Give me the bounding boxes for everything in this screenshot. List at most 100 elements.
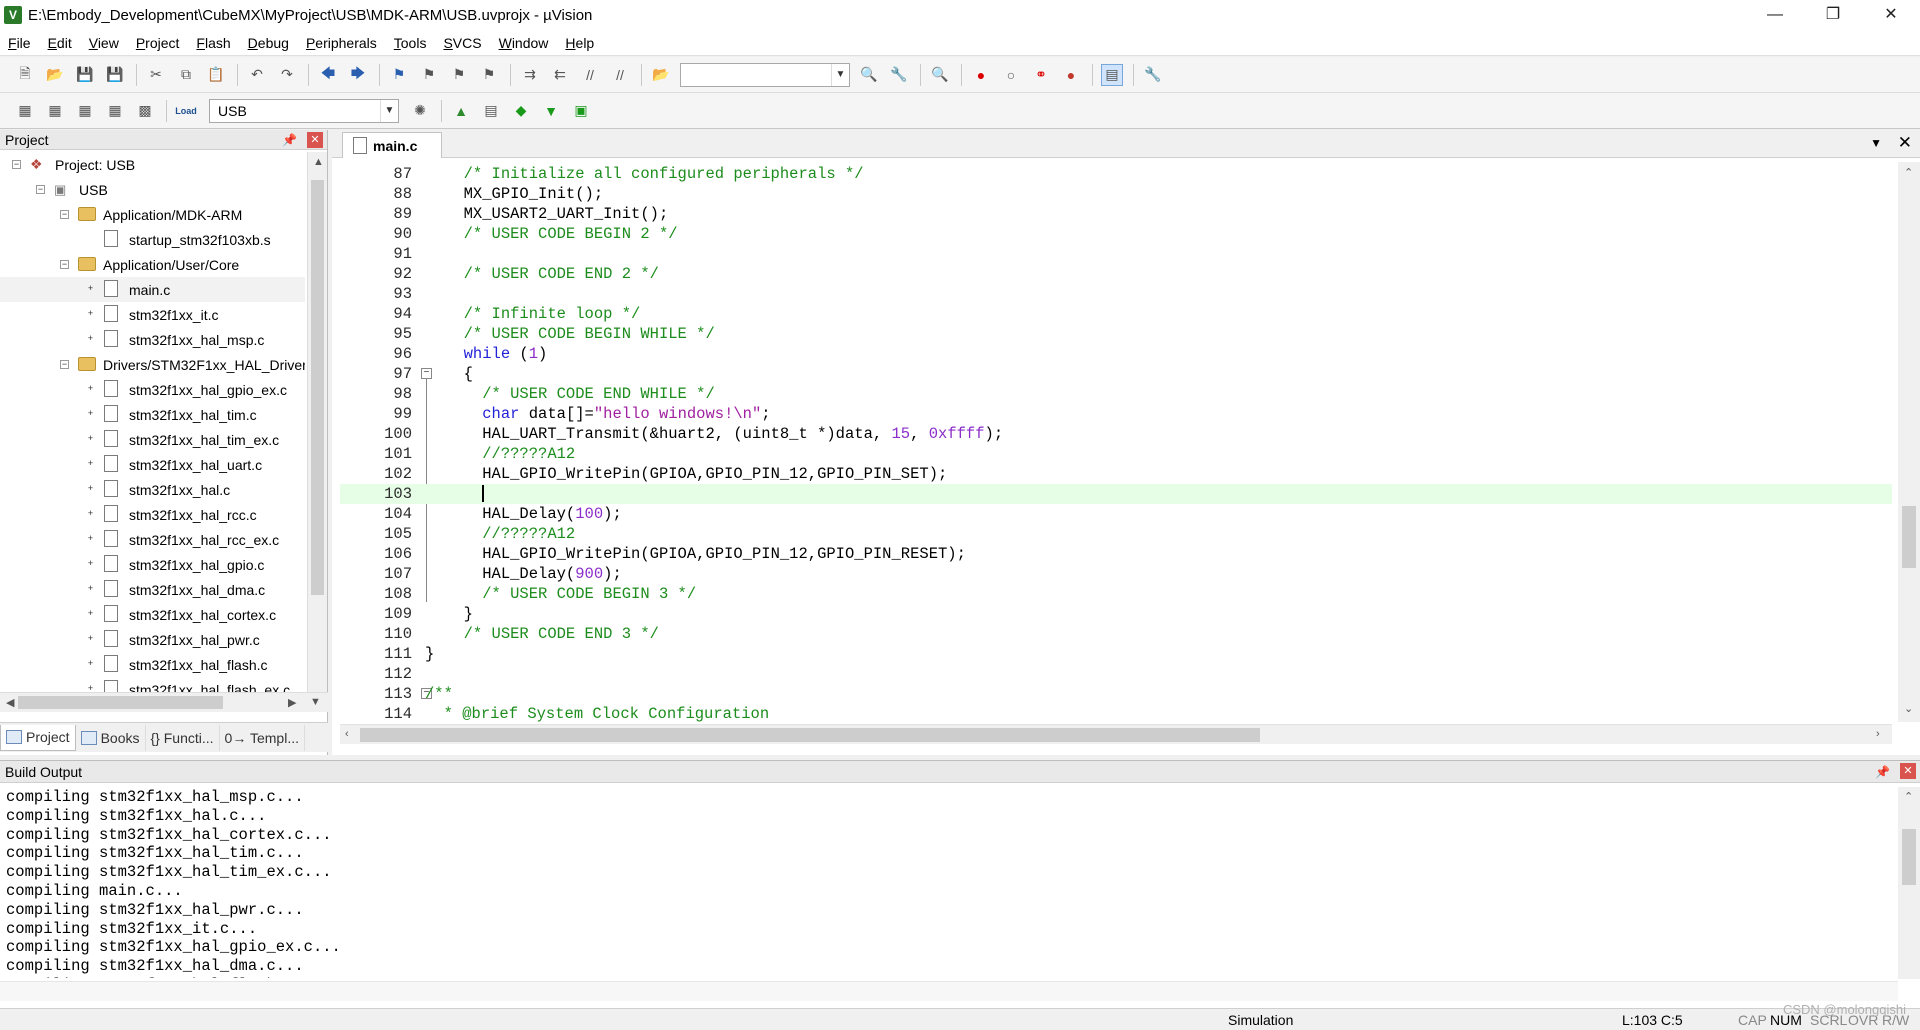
tree-item[interactable]: + stm32f1xx_hal_rcc_ex.c (0, 527, 305, 552)
code-line[interactable]: 108 /* USER CODE BEGIN 3 */ (340, 584, 1892, 604)
code-line[interactable]: 100 HAL_UART_Transmit(&huart2, (uint8_t … (340, 424, 1892, 444)
tree-item[interactable]: + stm32f1xx_it.c (0, 302, 305, 327)
scroll-thumb[interactable] (1902, 829, 1916, 885)
expand-icon[interactable]: + (86, 684, 95, 693)
code-line[interactable]: 90 /* USER CODE BEGIN 2 */ (340, 224, 1892, 244)
navigate-back-icon[interactable]: 🡄 (317, 64, 339, 86)
find-in-files-icon[interactable]: 📂 (650, 64, 672, 86)
menu-view[interactable]: View (89, 35, 119, 51)
code-line[interactable]: 101 //?????A12 (340, 444, 1892, 464)
tree-item[interactable]: + stm32f1xx_hal_gpio_ex.c (0, 377, 305, 402)
tree-item[interactable]: − Application/User/Core (0, 252, 305, 277)
collapse-icon[interactable]: − (60, 260, 69, 269)
scroll-thumb[interactable] (18, 696, 223, 709)
expand-icon[interactable]: + (86, 309, 95, 319)
manage-multi-project-icon[interactable]: ▤ (480, 100, 502, 122)
disable-breakpoints-icon[interactable]: ⚭ (1030, 64, 1052, 86)
expand-icon[interactable]: + (86, 384, 95, 394)
close-icon[interactable]: ✕ (307, 132, 323, 148)
tree-item[interactable]: − Drivers/STM32F1xx_HAL_Driver (0, 352, 305, 377)
editor-horizontal-scrollbar[interactable]: ‹ › (340, 724, 1892, 744)
current-code-line[interactable]: 103 (340, 484, 1892, 504)
expand-icon[interactable]: + (86, 659, 95, 669)
window-layout-icon[interactable]: ▤ (1101, 63, 1123, 86)
paste-icon[interactable]: 📋 (205, 64, 227, 86)
target-select[interactable]: USB ▼ (209, 98, 399, 123)
pin-icon[interactable]: 📌 (1875, 765, 1890, 779)
bookmark-clear-icon[interactable]: ⚑ (478, 64, 500, 86)
code-line[interactable]: 94 /* Infinite loop */ (340, 304, 1892, 324)
code-line[interactable]: 93 (340, 284, 1892, 304)
find-icon[interactable]: 🔍 (858, 64, 880, 86)
expand-icon[interactable]: + (86, 559, 95, 569)
menu-svcs[interactable]: SVCS (443, 35, 481, 51)
navigate-forward-icon[interactable]: 🡆 (347, 64, 369, 86)
code-line[interactable]: 113−/** (340, 684, 1892, 704)
bookmark-next-icon[interactable]: ⚑ (448, 64, 470, 86)
debug-session-icon[interactable]: 🔍 (929, 64, 951, 86)
tab-list-dropdown-icon[interactable]: ▼ (1870, 136, 1882, 150)
stop-build-icon[interactable]: ▩ (134, 100, 156, 122)
expand-icon[interactable]: + (86, 484, 95, 494)
tree-item[interactable]: +startup_stm32f103xb.s (0, 227, 305, 252)
code-line[interactable]: 105 //?????A12 (340, 524, 1892, 544)
menu-flash[interactable]: Flash (196, 35, 230, 51)
fold-collapse-icon[interactable]: − (421, 368, 432, 379)
code-line[interactable]: 104 HAL_Delay(100); (340, 504, 1892, 524)
code-line[interactable]: 97− { (340, 364, 1892, 384)
indent-icon[interactable]: ⇉ (519, 64, 541, 86)
undo-icon[interactable]: ↶ (246, 64, 268, 86)
target-options-icon[interactable]: ✺ (409, 100, 431, 122)
menu-file[interactable]: File (8, 35, 31, 51)
expand-icon[interactable]: + (86, 434, 95, 444)
tree-item[interactable]: − Application/MDK-ARM (0, 202, 305, 227)
tree-item[interactable]: + stm32f1xx_hal_gpio.c (0, 552, 305, 577)
close-tab-icon[interactable]: ✕ (1898, 133, 1912, 153)
code-line[interactable]: 111} (340, 644, 1892, 664)
restore-button[interactable]: ❐ (1804, 0, 1862, 30)
bookmark-prev-icon[interactable]: ⚑ (418, 64, 440, 86)
batch-build-icon[interactable]: ▦ (104, 100, 126, 122)
tree-horizontal-scrollbar[interactable]: ◀ ▶ ▼ (0, 692, 328, 712)
expand-icon[interactable]: + (86, 284, 95, 294)
code-line[interactable]: 112 (340, 664, 1892, 684)
code-line[interactable]: 110 /* USER CODE END 3 */ (340, 624, 1892, 644)
code-line[interactable]: 102 HAL_GPIO_WritePin(GPIOA,GPIO_PIN_12,… (340, 464, 1892, 484)
code-line[interactable]: 114 * @brief System Clock Configuration (340, 704, 1892, 722)
insert-breakpoint-icon[interactable]: ● (970, 64, 992, 86)
tree-item[interactable]: + stm32f1xx_hal_dma.c (0, 577, 305, 602)
scroll-thumb[interactable] (311, 180, 324, 595)
menu-peripherals[interactable]: Peripherals (306, 35, 377, 51)
tree-item[interactable]: + stm32f1xx_hal_uart.c (0, 452, 305, 477)
uncomment-icon[interactable]: // (609, 64, 631, 86)
tree-item[interactable]: + stm32f1xx_hal_tim_ex.c (0, 427, 305, 452)
save-all-icon[interactable]: 💾 (104, 64, 126, 86)
open-folder-icon[interactable]: 📂 (44, 64, 66, 86)
rebuild-icon[interactable]: ▦ (74, 100, 96, 122)
build-output-horizontal-scrollbar[interactable] (0, 981, 1898, 1001)
expand-icon[interactable]: + (86, 634, 95, 644)
tree-item[interactable]: + main.c (0, 277, 305, 302)
unindent-icon[interactable]: ⇇ (549, 64, 571, 86)
tree-item[interactable]: + stm32f1xx_hal_flash.c (0, 652, 305, 677)
tree-item[interactable]: + stm32f1xx_hal_msp.c (0, 327, 305, 352)
code-line[interactable]: 99 char data[]="hello windows!\n"; (340, 404, 1892, 424)
close-window-button[interactable]: ✕ (1862, 0, 1920, 30)
code-line[interactable]: 92 /* USER CODE END 2 */ (340, 264, 1892, 284)
code-line[interactable]: 98 /* USER CODE END WHILE */ (340, 384, 1892, 404)
code-line[interactable]: 95 /* USER CODE BEGIN WHILE */ (340, 324, 1892, 344)
collapse-icon[interactable]: − (60, 360, 69, 369)
tab-templates[interactable]: 0→ Templ... (220, 724, 305, 751)
configure-icon[interactable]: 🔧 (1142, 64, 1164, 86)
build-output-vertical-scrollbar[interactable]: ⌃ (1898, 787, 1920, 979)
collapse-icon[interactable]: − (36, 185, 45, 194)
code-line[interactable]: 91 (340, 244, 1892, 264)
code-line[interactable]: 87 /* Initialize all configured peripher… (340, 164, 1892, 184)
tree-item[interactable]: − ❖ Project: USB (0, 152, 305, 177)
scroll-thumb[interactable] (1902, 506, 1916, 568)
scroll-up-icon[interactable]: ⌃ (1904, 166, 1913, 179)
tree-item[interactable]: + stm32f1xx_hal.c (0, 477, 305, 502)
tab-functions[interactable]: {} Functi... (146, 724, 220, 751)
tree-vertical-scrollbar[interactable]: ▲ (307, 152, 327, 692)
enable-breakpoint-icon[interactable]: ○ (1000, 64, 1022, 86)
